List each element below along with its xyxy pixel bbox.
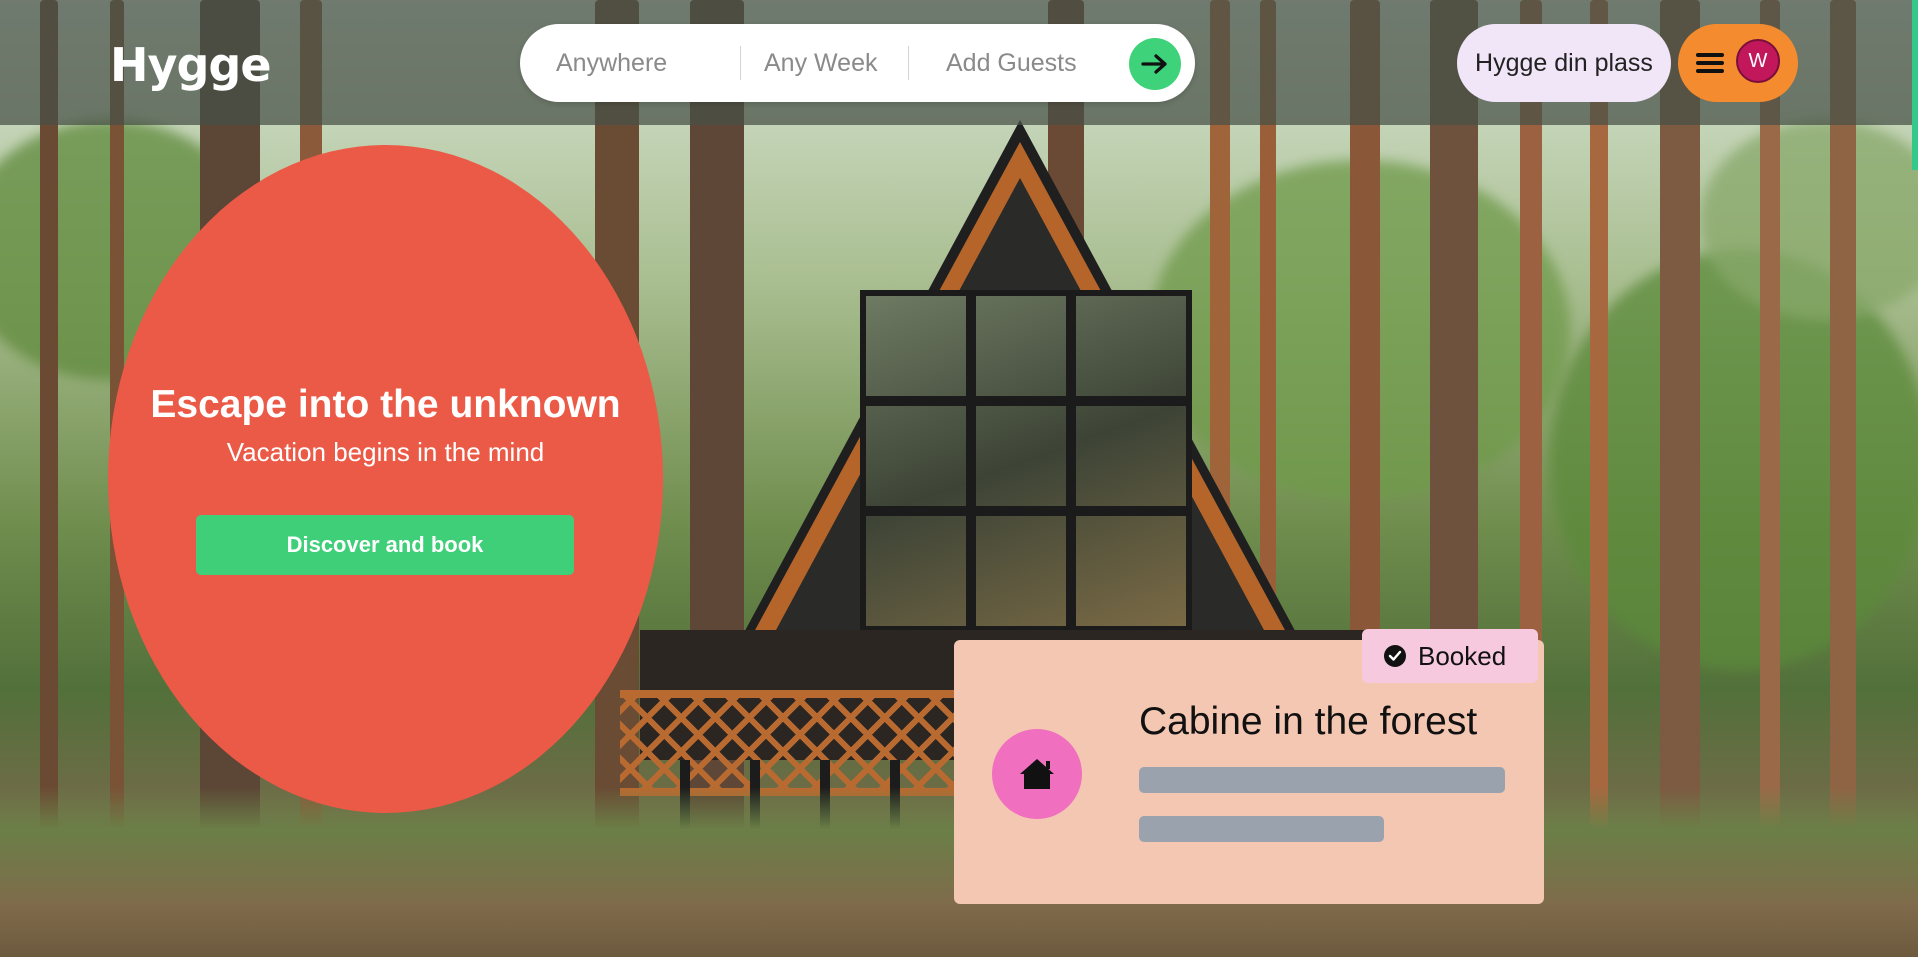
search-bar: Anywhere Any Week Add Guests — [520, 24, 1195, 102]
booking-card[interactable]: Booked Cabine in the forest — [954, 629, 1544, 904]
search-location-field[interactable]: Anywhere — [556, 24, 667, 102]
card-title: Cabine in the forest — [1139, 700, 1478, 743]
status-badge: Booked — [1362, 629, 1538, 683]
top-navigation-bar: Hygge Anywhere Any Week Add Guests Hygge… — [0, 0, 1918, 125]
home-icon — [1020, 759, 1054, 789]
scrollbar-thumb[interactable] — [1912, 0, 1918, 170]
user-menu-button[interactable]: W — [1678, 24, 1798, 102]
text-placeholder-line — [1139, 816, 1384, 842]
brand-logo[interactable]: Hygge — [110, 38, 272, 92]
search-divider — [908, 46, 909, 80]
arrow-right-icon — [1141, 54, 1167, 74]
search-dates-field[interactable]: Any Week — [764, 24, 877, 102]
search-submit-button[interactable] — [1129, 38, 1181, 90]
status-badge-label: Booked — [1418, 640, 1507, 671]
search-guests-field[interactable]: Add Guests — [946, 24, 1077, 102]
host-your-place-button[interactable]: Hygge din plass — [1457, 24, 1671, 102]
hero-subtitle: Vacation begins in the mind — [226, 437, 545, 467]
discover-and-book-button[interactable]: Discover and book — [196, 515, 574, 575]
hero-circle: Escape into the unknown Vacation begins … — [108, 145, 663, 813]
search-divider — [740, 46, 741, 80]
check-circle-icon — [1384, 645, 1406, 667]
home-icon-circle — [992, 729, 1082, 819]
hero-title: Escape into the unknown — [150, 383, 621, 426]
text-placeholder-line — [1139, 767, 1505, 793]
hamburger-menu-icon — [1696, 53, 1724, 73]
avatar: W — [1736, 39, 1780, 83]
